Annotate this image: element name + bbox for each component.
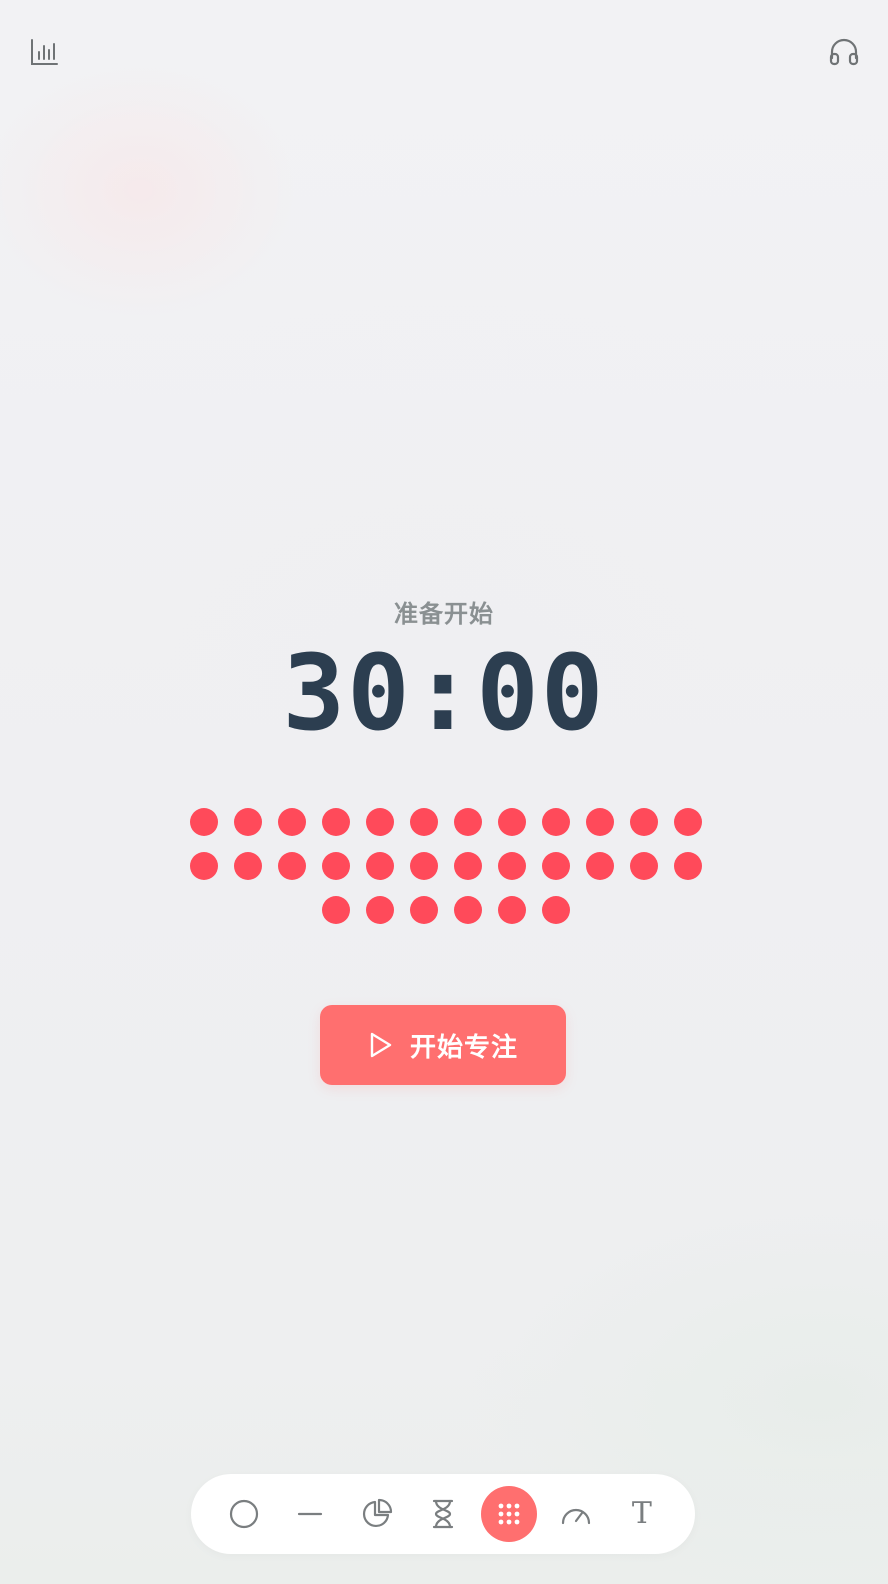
stats-button[interactable] (26, 34, 62, 70)
session-dot (410, 852, 438, 880)
mode-speedometer-button[interactable] (548, 1486, 604, 1542)
status-text: 准备开始 (394, 600, 494, 628)
start-focus-label: 开始专注 (409, 1032, 518, 1063)
session-dot (322, 896, 350, 924)
session-dots (186, 808, 706, 924)
session-dot (630, 808, 658, 836)
session-dot (542, 896, 570, 924)
session-dot (586, 852, 614, 880)
bar-chart-icon (31, 39, 58, 65)
mode-line-button[interactable] (282, 1486, 338, 1542)
session-dot (542, 852, 570, 880)
session-dot (498, 852, 526, 880)
session-dot (190, 852, 218, 880)
line-icon (298, 1512, 323, 1516)
hourglass-icon (432, 1499, 454, 1529)
session-dot (366, 852, 394, 880)
session-dot (674, 808, 702, 836)
session-dot (366, 896, 394, 924)
session-dot (498, 808, 526, 836)
background (0, 0, 888, 1584)
text-icon: T (631, 1496, 652, 1531)
session-dot (454, 852, 482, 880)
session-dot (278, 808, 306, 836)
session-dot (410, 808, 438, 836)
start-focus-button[interactable]: 开始专注 (320, 1005, 566, 1085)
session-dot (410, 896, 438, 924)
mode-circle-button[interactable] (216, 1486, 272, 1542)
session-dot (454, 896, 482, 924)
session-dot (630, 852, 658, 880)
session-dot (586, 808, 614, 836)
circle-icon (230, 1499, 259, 1529)
mode-text-button[interactable]: T (614, 1486, 670, 1542)
session-dot (674, 852, 702, 880)
session-dot (366, 808, 394, 836)
session-dot (234, 808, 262, 836)
session-dot (190, 808, 218, 836)
mode-dots-button[interactable] (481, 1486, 538, 1542)
pie-chart-icon (362, 1498, 392, 1528)
play-icon (370, 1032, 392, 1058)
dots-grid-icon (498, 1503, 520, 1525)
headphones-icon (829, 38, 859, 66)
session-dot (322, 808, 350, 836)
speedometer-icon (561, 1508, 590, 1525)
mode-hourglass-button[interactable] (415, 1486, 471, 1542)
audio-button[interactable] (826, 34, 862, 70)
session-dot (278, 852, 306, 880)
session-dot (542, 808, 570, 836)
timer-display: 30:00 (282, 632, 606, 754)
session-dot (322, 852, 350, 880)
session-dot (454, 808, 482, 836)
session-dot (498, 896, 526, 924)
mode-pie-button[interactable] (349, 1486, 405, 1542)
mode-selector-bar: T (191, 1474, 695, 1554)
session-dot (234, 852, 262, 880)
